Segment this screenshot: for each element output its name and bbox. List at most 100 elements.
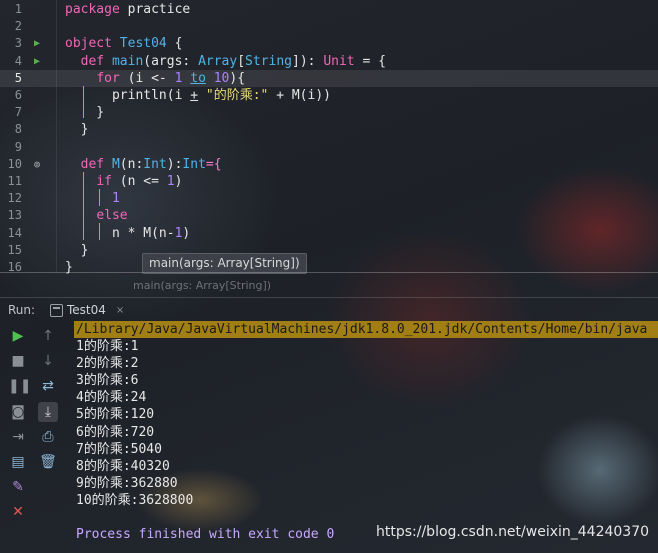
code-text: } <box>65 104 104 121</box>
method-tooltip: main(args: Array[String]) <box>142 253 307 274</box>
code-text: else <box>65 207 127 224</box>
code-line[interactable]: 15 } <box>0 242 658 259</box>
run-gutter-icon[interactable]: ▶ <box>30 35 44 52</box>
code-token: [ <box>237 53 246 69</box>
layout-icon[interactable]: ▤ <box>8 452 28 472</box>
code-line[interactable]: 4 ▶ def main(args: Array[String]): Unit =… <box>0 53 658 70</box>
tab-test04[interactable]: Test04 × <box>50 301 124 319</box>
code-token: ){ <box>229 70 246 86</box>
code-line[interactable]: 10 ⊚ def M(n:Int):Int={ <box>0 156 658 173</box>
line-number: 7 <box>14 105 22 120</box>
code-token: for <box>96 70 120 86</box>
console-line: 3的阶乘:6 <box>76 373 139 389</box>
code-token: M <box>111 156 120 172</box>
rerun-icon[interactable]: ▶ <box>8 326 28 346</box>
exit-icon[interactable]: ⇥ <box>8 427 28 447</box>
code-line[interactable]: 5 for (i <- 1 to 10){ <box>0 69 658 87</box>
code-token: 1 <box>111 191 120 207</box>
pin-icon[interactable]: ✎ <box>8 477 28 497</box>
line-number: 9 <box>14 139 22 154</box>
trash-icon[interactable]: 🗑 <box>38 452 58 472</box>
scroll-to-end-icon[interactable]: ⤓ <box>38 401 58 422</box>
code-line[interactable]: 1 package practice <box>0 1 658 18</box>
code-token: ) <box>174 174 183 189</box>
line-number: 15 <box>7 242 22 257</box>
console-output[interactable]: /Library/Java/JavaVirtualMachines/jdk1.8… <box>74 321 658 543</box>
code-line[interactable]: 13 else <box>0 207 658 224</box>
code-token: if <box>96 174 112 189</box>
soft-wrap-icon[interactable]: ⇄ <box>38 376 58 396</box>
code-token: ) <box>182 225 191 241</box>
tab-close-icon[interactable]: × <box>116 305 124 316</box>
code-token: (args: <box>143 53 199 69</box>
recursion-gutter-icon[interactable]: ⊚ <box>30 156 44 173</box>
close-icon[interactable]: ✕ <box>8 502 28 522</box>
console-line: 4的阶乘:24 <box>76 390 147 406</box>
code-token: println(i <box>65 88 191 103</box>
tab-label: Test04 <box>67 303 106 317</box>
line-number: 6 <box>14 88 22 102</box>
scroll-down-icon[interactable]: ↓ <box>38 351 58 371</box>
console-line: 10的阶乘:3628800 <box>76 492 194 508</box>
code-line[interactable]: 9 <box>0 139 658 156</box>
editor-divider <box>0 272 658 273</box>
line-number: 5 <box>14 70 22 85</box>
code-line[interactable]: 16} <box>0 259 658 276</box>
code-token: def <box>80 156 112 172</box>
code-token: + <box>190 88 199 103</box>
code-line[interactable]: 6 println(i + "的阶乘:" + M(i)) <box>0 87 658 104</box>
scroll-up-icon[interactable]: ↑ <box>38 326 58 346</box>
code-token: = { <box>354 53 386 69</box>
code-line[interactable]: 3 ▶ object Test04 { <box>0 35 658 52</box>
code-text: if (n <= 1) <box>65 173 182 190</box>
code-text: n * M(n-1) <box>65 225 190 242</box>
pause-icon[interactable]: ❚❚ <box>8 376 31 396</box>
code-line[interactable]: 7 } <box>0 104 658 121</box>
code-line[interactable]: 12 1 <box>0 190 658 207</box>
line-number: 8 <box>14 122 22 137</box>
code-token: "的阶乘:" <box>205 88 269 103</box>
run-gutter-icon[interactable]: ▶ <box>30 53 44 70</box>
console-line: 8的阶乘:40320 <box>76 458 170 474</box>
watermark: https://blog.csdn.net/weixin_44240370 <box>376 524 650 540</box>
stop-icon[interactable]: ■ <box>8 351 28 371</box>
print-icon[interactable]: ⎙ <box>38 427 58 447</box>
code-line[interactable]: 11 if (n <= 1) <box>0 173 658 190</box>
code-token: Array <box>198 53 238 69</box>
code-token: def <box>80 53 112 69</box>
code-token: Int <box>143 156 167 172</box>
line-number: 11 <box>7 174 22 188</box>
code-line[interactable]: 8 } <box>0 121 658 138</box>
console-command-line: /Library/Java/JavaVirtualMachines/jdk1.8… <box>74 321 658 339</box>
code-editor[interactable]: 1 package practice 2 3 ▶ object Test04 {4 ▶ de… <box>0 0 658 275</box>
code-line[interactable]: 2 <box>0 18 658 35</box>
code-token: ]): <box>292 53 324 69</box>
code-line[interactable]: 14 n * M(n-1) <box>0 225 658 242</box>
code-text: def main(args: Array[String]): Unit = { <box>65 53 386 70</box>
code-text: def M(n:Int):Int={ <box>65 156 222 173</box>
code-token: String <box>245 53 293 69</box>
code-token: (n: <box>119 156 144 172</box>
code-text: } <box>65 259 73 276</box>
line-number: 4 <box>14 53 22 68</box>
console-line: 9的阶乘:362880 <box>76 475 178 491</box>
console-line: 2的阶乘:2 <box>76 356 139 372</box>
line-number: 16 <box>7 260 22 274</box>
code-token: (n <= <box>111 174 167 189</box>
code-token: to <box>190 70 206 86</box>
code-token: + M(i)) <box>268 88 331 103</box>
line-number: 12 <box>7 191 22 206</box>
code-token: main <box>111 53 144 69</box>
code-token: (i <- <box>119 70 175 86</box>
code-token: Unit <box>323 53 355 69</box>
code-text: } <box>65 121 89 138</box>
code-token: n * M(n- <box>65 225 175 241</box>
console-line: 5的阶乘:120 <box>76 407 155 423</box>
breadcrumb[interactable]: main(args: Array[String]) <box>133 279 271 292</box>
dump-threads-icon[interactable]: ◙ <box>8 402 28 422</box>
